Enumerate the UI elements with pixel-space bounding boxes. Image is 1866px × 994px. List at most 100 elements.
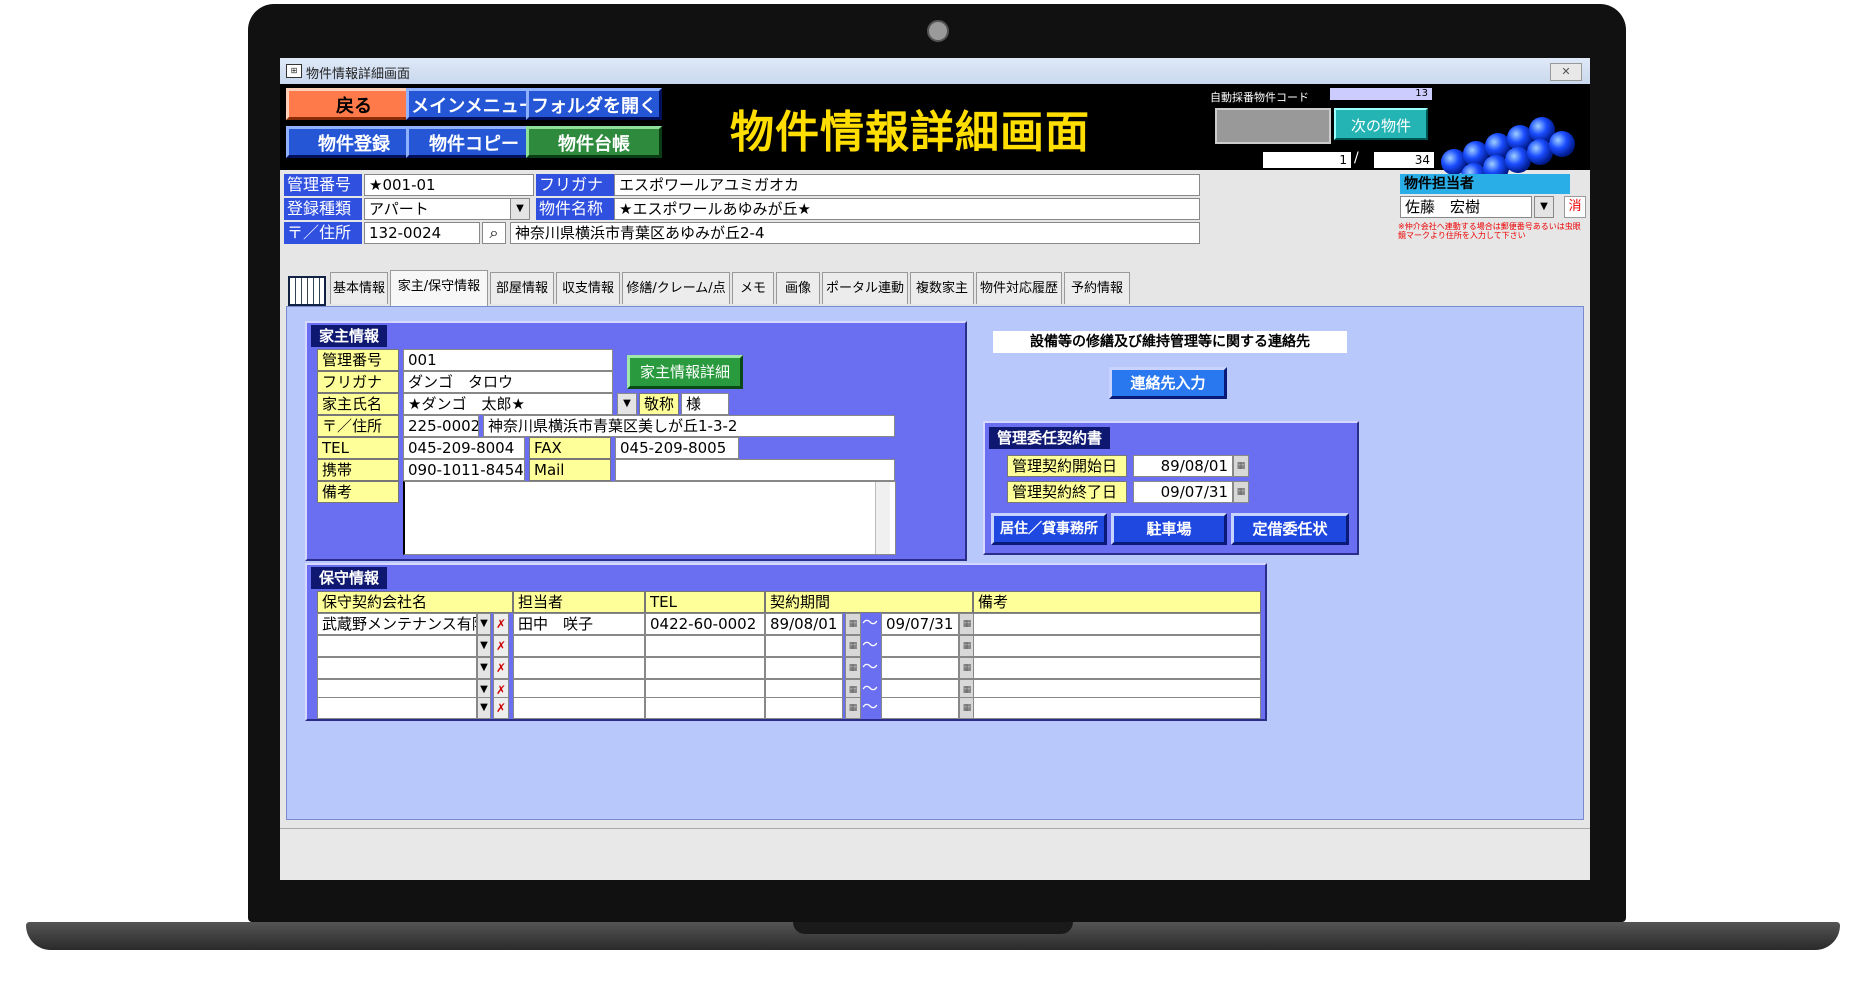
remarks-textarea[interactable]: [403, 481, 896, 555]
parking-button[interactable]: 駐車場: [1111, 513, 1227, 545]
search-icon[interactable]: ⌕: [482, 222, 506, 244]
property-address-field[interactable]: 神奈川県横浜市青葉区あゆみが丘2-4: [510, 222, 1200, 244]
chevron-down-icon[interactable]: ▼: [510, 198, 530, 220]
tilde-separator: 〜: [861, 635, 878, 654]
owner-zip-field[interactable]: 225-0002: [403, 415, 479, 437]
prev-property-button[interactable]: [1215, 108, 1331, 144]
residence-button[interactable]: 居住／貸事務所: [991, 513, 1107, 545]
tel-field[interactable]: [645, 657, 765, 679]
tab-reservations[interactable]: 予約情報: [1064, 272, 1130, 304]
register-property-button[interactable]: 物件登録: [286, 126, 422, 158]
tab-owner[interactable]: 家主/保守情報: [390, 270, 488, 306]
tab-history[interactable]: 物件対応履歴: [976, 272, 1062, 304]
person-field[interactable]: 田中 咲子: [513, 613, 645, 635]
window-title: 物件情報詳細画面: [306, 67, 411, 82]
calendar-icon[interactable]: ▦: [845, 613, 861, 635]
status-bar: [280, 828, 1590, 880]
contract-end-field[interactable]: 09/07/31: [1133, 481, 1233, 503]
open-folder-button[interactable]: フォルダを開く: [526, 88, 662, 120]
record-current[interactable]: 1: [1263, 152, 1351, 168]
person-field[interactable]: [513, 635, 645, 657]
tab-income[interactable]: 収支情報: [556, 272, 620, 304]
contract-start-field[interactable]: 89/08/01: [1133, 455, 1233, 477]
mobile-field[interactable]: 090-1011-8454: [403, 459, 525, 481]
start-date-field[interactable]: [765, 697, 843, 719]
tel-field[interactable]: [645, 635, 765, 657]
fax-field[interactable]: 045-209-8005: [615, 437, 739, 459]
start-date-field[interactable]: [765, 657, 843, 679]
owner-no-field[interactable]: 001: [403, 349, 613, 371]
chevron-down-icon[interactable]: ▼: [477, 635, 491, 657]
copy-property-button[interactable]: 物件コピー: [406, 126, 542, 158]
tab-repairs[interactable]: 修繕/クレーム/点検: [622, 272, 730, 328]
owner-detail-button[interactable]: 家主情報詳細: [627, 355, 743, 389]
address-label: 〒／住所: [284, 222, 362, 244]
tab-multi-owner[interactable]: 複数家主: [910, 272, 974, 304]
delete-icon[interactable]: ✗: [493, 697, 509, 719]
calendar-icon[interactable]: ▦: [1233, 455, 1249, 477]
calendar-icon[interactable]: ▦: [1233, 481, 1249, 503]
contact-input-button[interactable]: 連絡先入力: [1109, 367, 1227, 399]
chevron-down-icon[interactable]: ▼: [1534, 196, 1554, 218]
owner-name-field[interactable]: ★ダンゴ 太郎★: [403, 393, 613, 415]
calendar-icon[interactable]: ▦: [845, 697, 861, 719]
company-field[interactable]: [317, 657, 477, 679]
owner-furigana-field[interactable]: ダンゴ タロウ: [403, 371, 613, 393]
property-ledger-button[interactable]: 物件台帳: [526, 126, 662, 158]
honorific-field[interactable]: 様: [681, 393, 729, 415]
chevron-down-icon[interactable]: ▼: [477, 697, 491, 719]
calendar-icon[interactable]: ▦: [845, 635, 861, 657]
delete-icon[interactable]: ✗: [493, 635, 509, 657]
remarks-scrollbar[interactable]: [875, 482, 890, 554]
chevron-down-icon[interactable]: ▼: [477, 657, 491, 679]
person-field[interactable]: [513, 697, 645, 719]
mail-field[interactable]: [615, 459, 895, 481]
calendar-icon[interactable]: ▦: [845, 657, 861, 679]
back-button[interactable]: 戻る: [286, 88, 422, 120]
delete-icon[interactable]: ✗: [493, 657, 509, 679]
staff-header: 物件担当者: [1400, 174, 1570, 194]
tab-memo[interactable]: メモ: [732, 272, 774, 304]
company-field[interactable]: [317, 697, 477, 719]
chevron-down-icon[interactable]: ▼: [617, 393, 637, 415]
remarks-field[interactable]: [973, 635, 1261, 657]
tel-field[interactable]: 045-209-8004: [403, 437, 525, 459]
company-field[interactable]: 武蔵野メンテナンス有限会社: [317, 613, 477, 635]
end-date-field[interactable]: 09/07/31: [881, 613, 959, 635]
honorific-label: 敬称: [639, 393, 679, 415]
remarks-field[interactable]: [973, 697, 1261, 719]
person-field[interactable]: [513, 657, 645, 679]
property-name-field[interactable]: ★エスポワールあゆみが丘★: [614, 198, 1200, 220]
end-date-field[interactable]: [881, 657, 959, 679]
remarks-field[interactable]: [973, 613, 1261, 635]
window-titlebar: ⊞ 物件情報詳細画面 ✕: [280, 58, 1590, 84]
owner-furigana-label: フリガナ: [317, 371, 399, 393]
close-button[interactable]: ✕: [1550, 63, 1582, 81]
mobile-label: 携帯: [317, 459, 399, 481]
start-date-field[interactable]: [765, 635, 843, 657]
start-date-field[interactable]: 89/08/01: [765, 613, 843, 635]
zip-field[interactable]: 132-0024: [364, 222, 480, 244]
tel-field[interactable]: 0422-60-0002: [645, 613, 765, 635]
tel-field[interactable]: [645, 697, 765, 719]
remarks-field[interactable]: [973, 657, 1261, 679]
clear-staff-button[interactable]: 消: [1564, 196, 1586, 218]
delete-icon[interactable]: ✗: [493, 613, 509, 635]
reg-type-select[interactable]: アパート: [364, 198, 514, 220]
next-property-button[interactable]: 次の物件: [1334, 108, 1428, 140]
tab-basic[interactable]: 基本情報: [330, 272, 388, 304]
main-menu-button[interactable]: メインメニュー: [406, 88, 542, 120]
end-date-field[interactable]: [881, 635, 959, 657]
maintenance-panel: 保守情報 保守契約会社名 担当者 TEL 契約期間 備考 武蔵野メンテナンス有限…: [305, 563, 1267, 721]
fixed-term-button[interactable]: 定借委任状: [1231, 513, 1349, 545]
chevron-down-icon[interactable]: ▼: [477, 613, 491, 635]
company-field[interactable]: [317, 635, 477, 657]
tab-portal[interactable]: ポータル連動: [822, 272, 908, 304]
furigana-field[interactable]: エスポワールアユミガオカ: [614, 174, 1200, 196]
tab-rooms[interactable]: 部屋情報: [490, 272, 554, 304]
owner-address-field[interactable]: 神奈川県横浜市青葉区美しが丘1-3-2: [483, 415, 895, 437]
staff-select[interactable]: 佐藤 宏樹: [1400, 196, 1532, 218]
tab-images[interactable]: 画像: [776, 272, 820, 304]
end-date-field[interactable]: [881, 697, 959, 719]
management-no-field[interactable]: ★001-01: [364, 174, 534, 196]
